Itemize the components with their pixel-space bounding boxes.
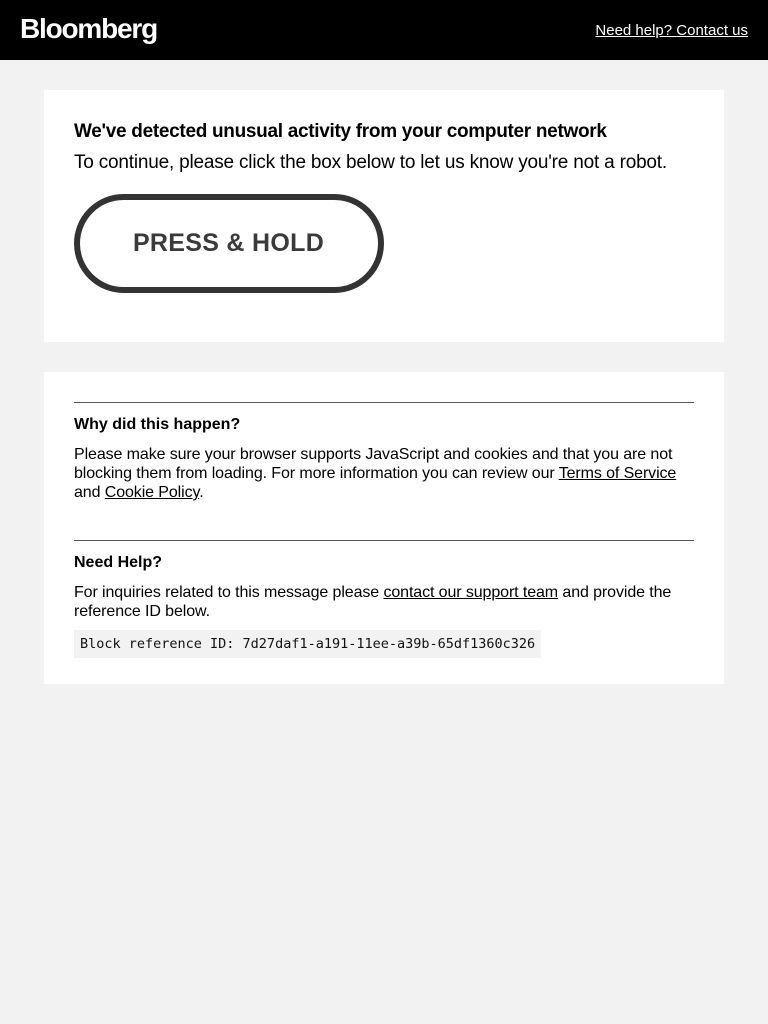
cookie-policy-link[interactable]: Cookie Policy bbox=[105, 484, 200, 501]
divider bbox=[74, 540, 694, 541]
why-text-end: . bbox=[199, 484, 204, 501]
terms-of-service-link[interactable]: Terms of Service bbox=[559, 465, 677, 482]
divider bbox=[74, 402, 694, 403]
block-reference-id: Block reference ID: 7d27daf1-a191-11ee-a… bbox=[74, 630, 542, 658]
bloomberg-logo[interactable]: Bloomberg bbox=[20, 15, 158, 43]
contact-support-link[interactable]: contact our support team bbox=[383, 584, 558, 601]
contact-us-link[interactable]: Need help? Contact us bbox=[595, 22, 748, 39]
challenge-headline: We've detected unusual activity from you… bbox=[74, 121, 607, 142]
help-title: Need Help? bbox=[74, 554, 163, 571]
info-card: Why did this happen? Please make sure yo… bbox=[44, 372, 724, 684]
help-text: For inquiries related to this message pl… bbox=[74, 583, 694, 621]
help-section: Need Help? For inquiries related to this… bbox=[74, 540, 694, 658]
press-and-hold-label: PRESS & HOLD bbox=[132, 229, 325, 257]
challenge-card: We've detected unusual activity from you… bbox=[44, 90, 724, 342]
why-text-middle: and bbox=[74, 484, 105, 501]
press-and-hold-button[interactable]: PRESS & HOLD bbox=[74, 194, 384, 293]
top-bar: Bloomberg Need help? Contact us bbox=[0, 0, 768, 60]
challenge-instructions: To continue, please click the box below … bbox=[74, 152, 667, 173]
why-title: Why did this happen? bbox=[74, 416, 241, 433]
help-text-start: For inquiries related to this message pl… bbox=[74, 584, 384, 601]
why-text: Please make sure your browser supports J… bbox=[74, 445, 694, 502]
